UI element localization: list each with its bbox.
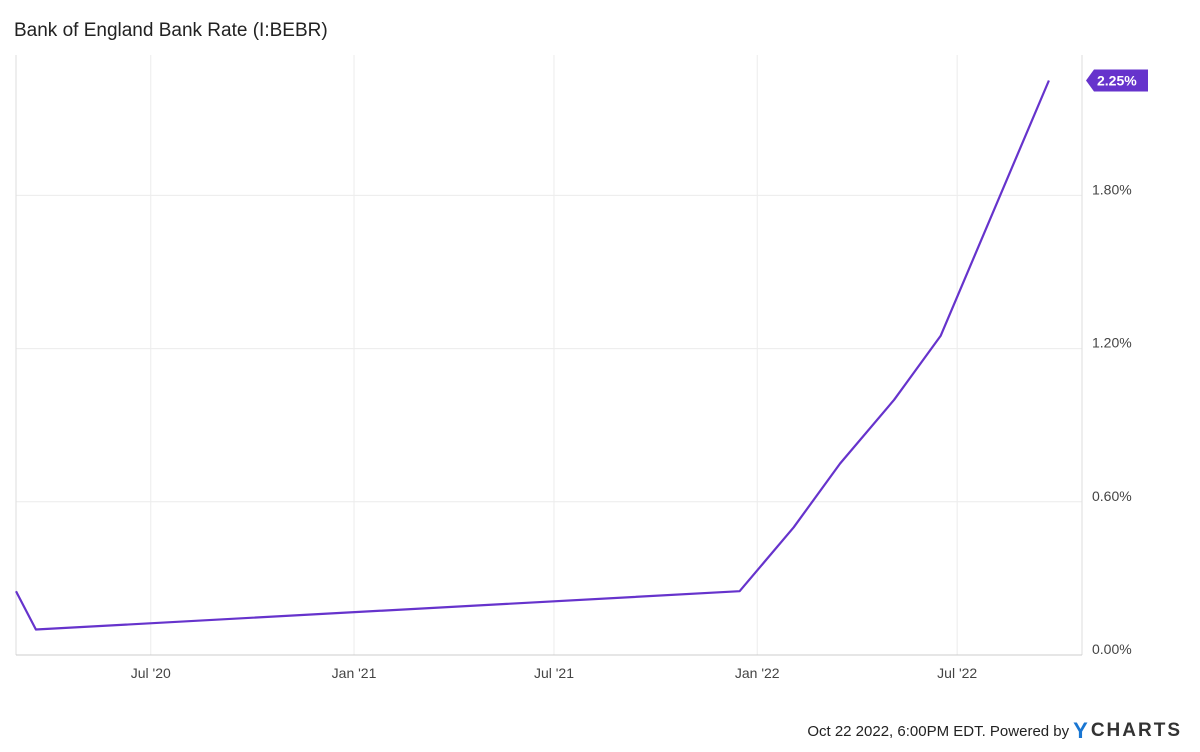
y-tick-labels: 0.00% 0.60% 1.20% 1.80% [1092,181,1132,657]
y-tick-label: 0.60% [1092,488,1132,504]
y-tick-label: 0.00% [1092,641,1132,657]
grid-lines [16,55,1082,656]
x-tick-label: Jul '22 [937,665,977,681]
y-tick-label: 1.80% [1092,181,1132,197]
x-tick-label: Jul '21 [534,665,574,681]
logo-text: CHARTS [1090,720,1182,741]
series-line [15,80,1050,631]
y-tick-label: 1.20% [1092,335,1132,351]
end-value-label: 2.25% [1097,73,1137,89]
x-tick-label: Jul '20 [131,665,171,681]
footer: Oct 22 2022, 6:00PM EDT. Powered by Y CH… [807,718,1182,744]
footer-timestamp: Oct 22 2022, 6:00PM EDT. Powered by [807,722,1070,740]
ycharts-logo[interactable]: Y CHARTS [1073,718,1182,744]
series-layer: 2.25% [15,69,1148,631]
logo-y: Y [1073,718,1090,743]
x-tick-label: Jan '22 [735,665,780,681]
line-chart: Jul '20 Jan '21 Jul '21 Jan '22 Jul '22 0.00… [15,55,1148,681]
x-tick-label: Jan '21 [332,665,377,681]
x-tick-labels: Jul '20 Jan '21 Jul '21 Jan '22 Jul '22 [131,665,978,681]
axes [15,55,1083,656]
